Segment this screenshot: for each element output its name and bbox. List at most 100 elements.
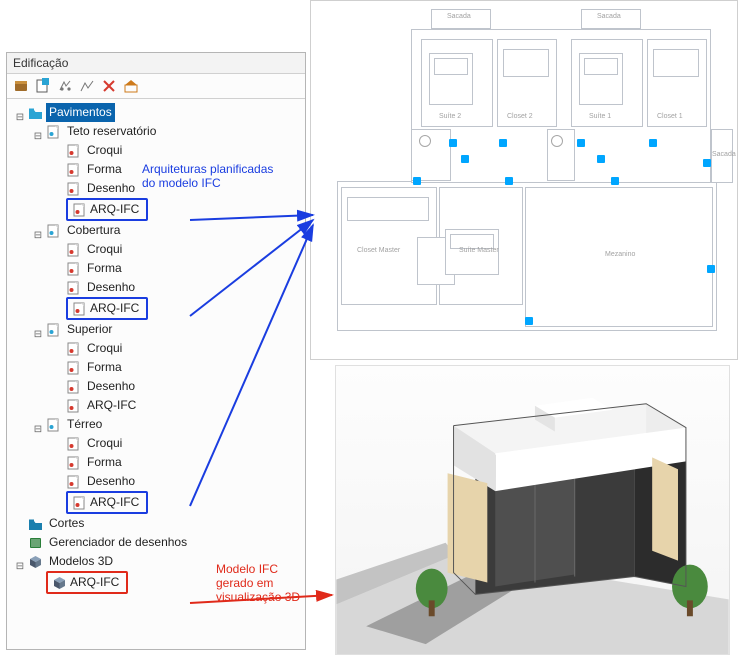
label-mezanino: Mezanino	[605, 251, 635, 258]
sheet-red-icon	[66, 144, 81, 158]
sheet-red-icon	[66, 262, 81, 276]
sheet-plain-icon	[72, 302, 87, 316]
expander-icon[interactable]: ⊟	[33, 226, 43, 236]
tree-item[interactable]: ⊞ARQ-IFC	[13, 396, 303, 415]
highlight-box: ARQ-IFC	[66, 198, 148, 221]
panel-title: Edificação	[7, 53, 305, 74]
toolbar-btn-5[interactable]	[101, 78, 117, 94]
tree-item-label[interactable]: Cortes	[46, 514, 87, 533]
tree-item[interactable]: ⊞Forma	[13, 358, 303, 377]
sheet-blue-icon	[46, 224, 61, 238]
tree-item[interactable]: ⊞ARQ-IFC	[13, 297, 303, 320]
toolbar-btn-2[interactable]	[35, 78, 51, 94]
label-closet1: Closet 1	[657, 113, 683, 120]
tree-item-label[interactable]: Gerenciador de desenhos	[46, 533, 190, 552]
tree-item-label[interactable]: Desenho	[84, 377, 138, 396]
tree-item-label[interactable]: Desenho	[84, 179, 138, 198]
label-suite2: Suíte 2	[439, 113, 461, 120]
tree-item-label[interactable]: Térreo	[64, 415, 105, 434]
folder-open-icon	[28, 106, 43, 120]
tree-item-label[interactable]: ARQ-IFC	[87, 493, 142, 512]
model-3d-view	[335, 365, 730, 655]
tree-item-label[interactable]: Croqui	[84, 240, 125, 259]
tree-item[interactable]: ⊞Croqui	[13, 240, 303, 259]
manager-icon	[28, 536, 43, 550]
tree-item-label[interactable]: Pavimentos	[46, 103, 115, 122]
label-sacada-br: Sacada	[712, 151, 736, 158]
tree-item-label[interactable]: Forma	[84, 259, 125, 278]
tree-item-label[interactable]: Forma	[84, 160, 125, 179]
label-sacada-l: Sacada	[447, 13, 471, 20]
tree-item-label[interactable]: ARQ-IFC	[67, 573, 122, 592]
toolbar-btn-4[interactable]	[79, 78, 95, 94]
tree-item-label[interactable]: Forma	[84, 358, 125, 377]
toolbar-btn-3[interactable]	[57, 78, 73, 94]
cube3d-icon	[52, 576, 67, 590]
tree-item[interactable]: ⊞Desenho	[13, 278, 303, 297]
tree-item-label[interactable]: Croqui	[84, 339, 125, 358]
label-sacada-r: Sacada	[597, 13, 621, 20]
tree-item[interactable]: ⊞Desenho	[13, 472, 303, 491]
tree-item[interactable]: ⊞ARQ-IFC	[13, 198, 303, 221]
sheet-plain-icon	[66, 475, 81, 489]
label-suite1: Suíte 1	[589, 113, 611, 120]
tree-item[interactable]: ⊟ Cobertura	[13, 221, 303, 240]
sheet-plain-icon	[66, 182, 81, 196]
sheet-blue-icon	[46, 125, 61, 139]
expander-icon[interactable]: ⊟	[33, 420, 43, 430]
sheet-blue-icon	[46, 418, 61, 432]
sheet-red-icon	[66, 361, 81, 375]
tree-item-label[interactable]: Cobertura	[64, 221, 123, 240]
tree-item-label[interactable]: Superior	[64, 320, 115, 339]
expander-icon[interactable]: ⊟	[33, 325, 43, 335]
tree-item-label[interactable]: Croqui	[84, 141, 125, 160]
toolbar-btn-1[interactable]	[13, 78, 29, 94]
tree-item[interactable]: ⊞Croqui	[13, 141, 303, 160]
expander-icon[interactable]: ⊟	[15, 108, 25, 118]
label-closet-master: Closet Master	[357, 247, 400, 254]
tree-item-label[interactable]: ARQ-IFC	[87, 299, 142, 318]
sheet-plain-icon	[72, 496, 87, 510]
sheet-red-icon	[66, 243, 81, 257]
expander-icon[interactable]: ⊟	[33, 127, 43, 137]
sheet-plain-icon	[72, 203, 87, 217]
panel-toolbar	[7, 74, 305, 99]
tree-item[interactable]: ⊞Gerenciador de desenhos	[13, 533, 303, 552]
tree-item[interactable]: ⊞ARQ-IFC	[13, 491, 303, 514]
sheet-red-icon	[66, 437, 81, 451]
floor-plan-view: Sacada Sacada Suíte 2 Closet 2 Suíte 1 C…	[310, 0, 738, 360]
sheet-red-icon	[66, 456, 81, 470]
tree-item-label[interactable]: Forma	[84, 453, 125, 472]
sheet-red-icon	[66, 342, 81, 356]
highlight-box: ARQ-IFC	[46, 571, 128, 594]
tree-item[interactable]: ⊟ Teto reservatório	[13, 122, 303, 141]
highlight-box: ARQ-IFC	[66, 491, 148, 514]
annotation-blue: Arquiteturas planificadas do modelo IFC	[142, 162, 273, 190]
sheet-plain-icon	[66, 281, 81, 295]
cube3d-icon	[28, 555, 43, 569]
tree-item[interactable]: ⊞Croqui	[13, 434, 303, 453]
tree-item-label[interactable]: ARQ-IFC	[84, 396, 139, 415]
tree-item[interactable]: ⊞Forma	[13, 259, 303, 278]
tree-item[interactable]: ⊞Desenho	[13, 377, 303, 396]
sheet-blue-icon	[46, 323, 61, 337]
tree-item[interactable]: ⊟ Térreo	[13, 415, 303, 434]
toolbar-btn-6[interactable]	[123, 78, 139, 94]
tree-item[interactable]: ⊞Forma	[13, 453, 303, 472]
folder-cuts-icon	[28, 517, 43, 531]
sheet-plain-icon	[66, 380, 81, 394]
tree-item-label[interactable]: Croqui	[84, 434, 125, 453]
expander-icon[interactable]: ⊟	[15, 557, 25, 567]
tree-item-label[interactable]: Desenho	[84, 472, 138, 491]
tree-item[interactable]: ⊞Cortes	[13, 514, 303, 533]
tree-item-label[interactable]: Teto reservatório	[64, 122, 159, 141]
tree-item-label[interactable]: Modelos 3D	[46, 552, 116, 571]
tree-item-label[interactable]: Desenho	[84, 278, 138, 297]
annotation-red: Modelo IFC gerado em visualização 3D	[216, 562, 300, 604]
label-suite-master: Suíte Master	[459, 247, 499, 254]
model-3d-svg	[336, 366, 729, 654]
tree-item[interactable]: ⊞Croqui	[13, 339, 303, 358]
tree-item[interactable]: ⊟ Pavimentos	[13, 103, 303, 122]
tree-item[interactable]: ⊟ Superior	[13, 320, 303, 339]
tree-item-label[interactable]: ARQ-IFC	[87, 200, 142, 219]
